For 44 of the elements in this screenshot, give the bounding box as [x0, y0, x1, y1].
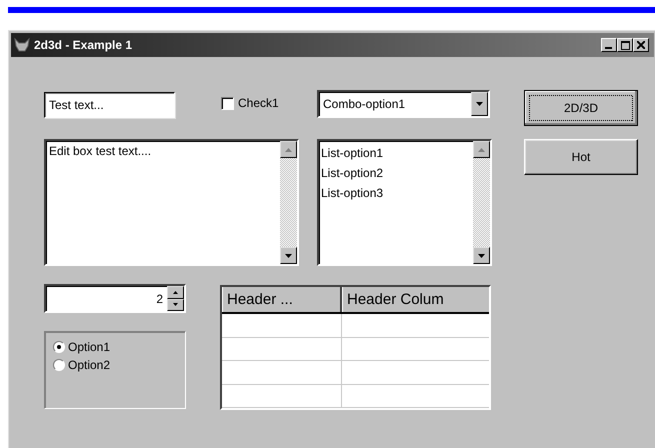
combo-box[interactable]: Combo-option1	[317, 90, 490, 118]
scroll-up-button[interactable]	[473, 141, 490, 158]
close-icon	[637, 41, 645, 49]
column-header[interactable]: Header Colum	[342, 287, 489, 312]
spin-value: 2	[155, 292, 164, 306]
checkbox[interactable]	[221, 96, 234, 110]
edit-box-text: Edit box test text....	[48, 143, 152, 160]
scroll-down-button[interactable]	[280, 247, 297, 264]
caret-icon	[476, 102, 483, 106]
down-arrow-icon	[478, 254, 485, 258]
edit-box[interactable]: Edit box test text....	[44, 139, 299, 266]
checkbox-label: Check1	[238, 96, 279, 110]
scrollbar[interactable]	[473, 141, 490, 264]
hot-button[interactable]: Hot	[524, 139, 638, 175]
down-arrow-icon	[173, 303, 178, 306]
close-button[interactable]	[633, 38, 649, 52]
spin-down-button[interactable]	[167, 298, 184, 311]
radio-label: Option1	[68, 340, 110, 354]
scroll-down-button[interactable]	[473, 247, 490, 264]
column-header[interactable]: Header ...	[222, 287, 342, 312]
list-item[interactable]: List-option2	[319, 163, 473, 183]
minimize-button[interactable]	[601, 38, 617, 52]
scrollbar[interactable]	[280, 141, 297, 264]
scroll-up-button[interactable]	[280, 141, 297, 158]
radio-label: Option2	[68, 358, 110, 372]
up-arrow-icon	[285, 148, 292, 152]
spin-up-button[interactable]	[167, 286, 184, 298]
combo-value: Combo-option1	[322, 97, 406, 111]
spin-box[interactable]: 2	[44, 284, 186, 313]
radio-button[interactable]	[53, 341, 65, 353]
window-title: 2d3d - Example 1	[34, 38, 134, 52]
dropdown-button[interactable]	[471, 92, 488, 116]
list-box[interactable]: List-option1 List-option2 List-option3	[317, 139, 492, 266]
up-arrow-icon	[173, 290, 178, 294]
up-arrow-icon	[478, 148, 485, 152]
radio-button[interactable]	[53, 359, 65, 371]
down-arrow-icon	[285, 254, 292, 258]
toggle-button[interactable]: 2D/3D	[524, 90, 638, 126]
maximize-button[interactable]	[617, 38, 633, 52]
cat-icon	[14, 37, 30, 53]
list-item[interactable]: List-option1	[319, 143, 473, 163]
text-field[interactable]: Test text...	[44, 92, 175, 118]
list-item[interactable]: List-option3	[319, 183, 473, 203]
maximize-icon	[620, 40, 630, 50]
